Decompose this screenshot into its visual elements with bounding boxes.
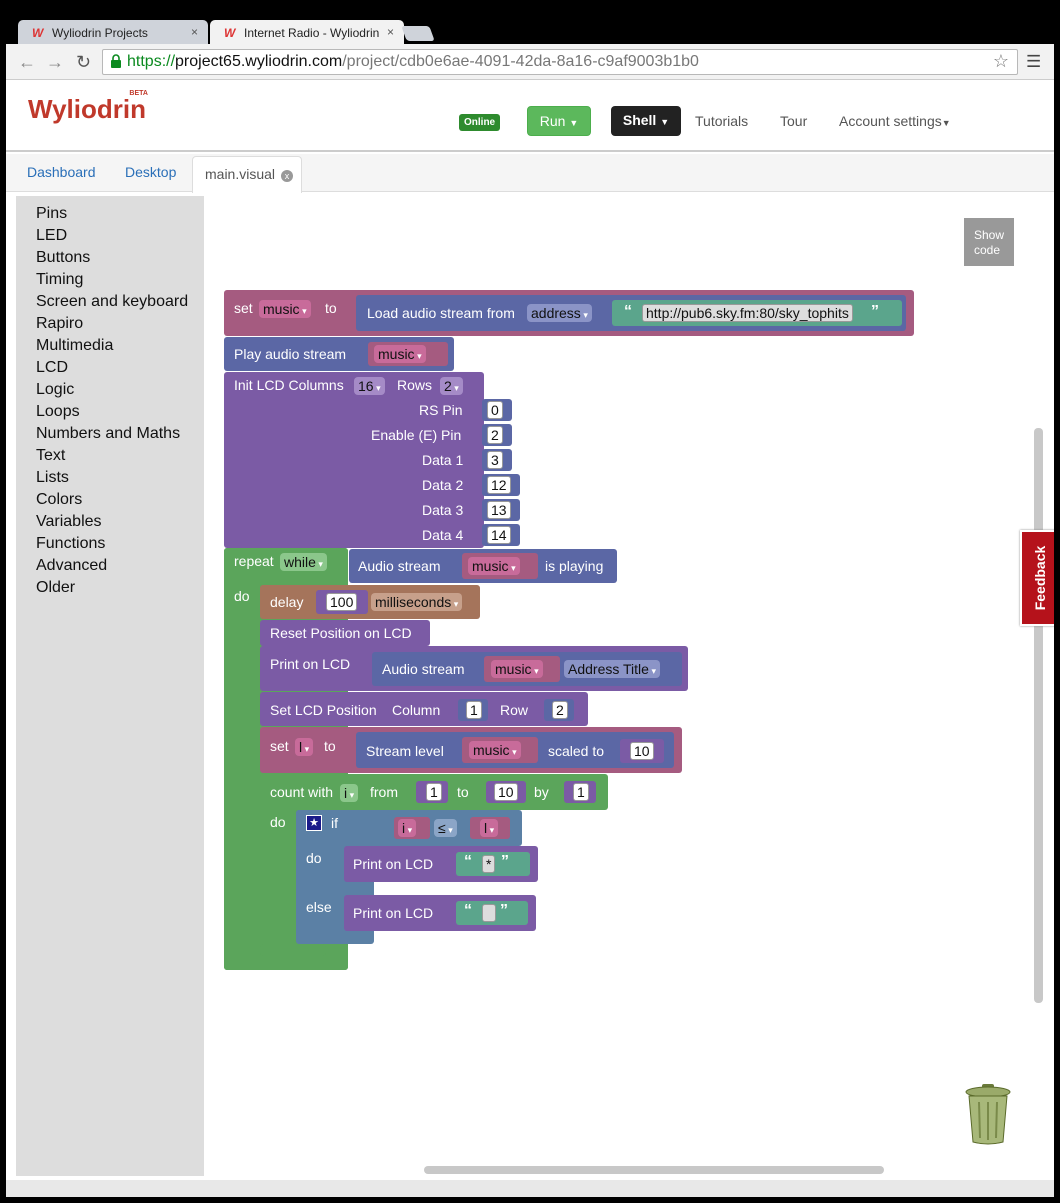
forward-arrow-icon[interactable]: → <box>46 52 64 73</box>
toolbox-item-text[interactable]: Text <box>16 446 204 468</box>
beta-badge: BETA <box>129 90 148 97</box>
browser-window: W Wyliodrin Projects × W Internet Radio … <box>6 0 1054 1197</box>
toolbox-item-numbers-and-maths[interactable]: Numbers and Maths <box>16 424 204 446</box>
toolbox-item-loops[interactable]: Loops <box>16 402 204 424</box>
caret-down-icon: ▼ <box>569 118 579 128</box>
url-scheme: https:// <box>127 53 176 70</box>
app-header: Wyliodrin BETA Online Run ▼ Shell ▼ Tuto… <box>6 80 1054 152</box>
show-code-button[interactable]: Show code <box>964 218 1014 266</box>
tab-close-icon[interactable]: × <box>191 25 198 39</box>
horizontal-scrollbar[interactable] <box>424 1166 884 1174</box>
back-arrow-icon[interactable]: ← <box>18 52 36 73</box>
show-code-line1: Show <box>974 228 1005 242</box>
caret-down-icon: ▼ <box>941 118 951 128</box>
toolbox-item-lcd[interactable]: LCD <box>16 358 204 380</box>
reload-icon[interactable]: ↻ <box>76 52 91 73</box>
url-path: /project/cdb0e6ae-4091-42da-8a16-c9af900… <box>342 53 699 70</box>
project-tabs: Dashboard Desktop main.visual x <box>6 154 1054 193</box>
logo-text: Wyliodrin <box>28 94 146 124</box>
toolbox-item-functions[interactable]: Functions <box>16 534 204 556</box>
lock-icon <box>111 54 121 68</box>
toolbox-item-screen-and-keyboard[interactable]: Screen and keyboard <box>16 292 204 314</box>
browser-status-bar <box>6 1180 1054 1197</box>
toolbox-item-rapiro[interactable]: Rapiro <box>16 314 204 336</box>
toolbox-item-multimedia[interactable]: Multimedia <box>16 336 204 358</box>
run-button[interactable]: Run ▼ <box>527 106 591 136</box>
tutorials-link[interactable]: Tutorials <box>695 113 748 129</box>
browser-toolbar: ← → ↻ https://project65.wyliodrin.com/pr… <box>6 44 1054 80</box>
shell-button[interactable]: Shell ▼ <box>611 106 681 136</box>
account-settings-label: Account settings <box>839 113 942 129</box>
close-tab-icon[interactable]: x <box>281 170 294 182</box>
toolbox-item-lists[interactable]: Lists <box>16 468 204 490</box>
caret-down-icon: ▼ <box>660 117 670 127</box>
toolbox-item-led[interactable]: LED <box>16 226 204 248</box>
tab-dashboard[interactable]: Dashboard <box>27 164 96 180</box>
wyliodrin-favicon-icon: W <box>32 26 44 40</box>
shell-label: Shell <box>622 112 657 128</box>
feedback-label: Feedback <box>1032 545 1048 611</box>
browser-tab-internet-radio[interactable]: W Internet Radio - Wyliodrin × <box>210 20 404 46</box>
online-status-badge: Online <box>459 114 501 131</box>
toolbox-item-advanced[interactable]: Advanced <box>16 556 204 578</box>
tab-title: Internet Radio - Wyliodrin <box>244 26 380 40</box>
trash-icon[interactable] <box>964 1082 1012 1146</box>
wyliodrin-favicon-icon: W <box>224 26 236 40</box>
tab-title: Wyliodrin Projects <box>52 26 148 40</box>
tab-desktop[interactable]: Desktop <box>125 164 176 180</box>
block-toolbox: Pins LED Buttons Timing Screen and keybo… <box>16 196 204 1176</box>
tab-main-visual[interactable]: main.visual x <box>192 156 302 193</box>
url-host: project65.wyliodrin.com <box>175 53 343 70</box>
run-label: Run <box>539 113 566 129</box>
show-code-line2: code <box>974 243 1001 257</box>
toolbox-item-buttons[interactable]: Buttons <box>16 248 204 270</box>
toolbox-item-variables[interactable]: Variables <box>16 512 204 534</box>
new-tab-button[interactable] <box>401 26 435 41</box>
account-settings-menu[interactable]: Account settings▼ <box>839 113 951 129</box>
tab-label: main.visual <box>205 166 276 182</box>
toolbox-item-logic[interactable]: Logic <box>16 380 204 402</box>
address-bar[interactable]: https://project65.wyliodrin.com/project/… <box>102 49 1018 75</box>
browser-menu-icon[interactable]: ☰ <box>1026 52 1041 72</box>
toolbox-item-colors[interactable]: Colors <box>16 490 204 512</box>
block-canvas[interactable]: Show code <box>204 196 1043 1176</box>
vertical-scrollbar[interactable] <box>1034 428 1043 1003</box>
feedback-tab[interactable]: Feedback <box>1020 530 1054 626</box>
tab-close-icon[interactable]: × <box>387 25 394 39</box>
toolbox-item-pins[interactable]: Pins <box>16 204 204 226</box>
toolbox-item-timing[interactable]: Timing <box>16 270 204 292</box>
browser-tab-projects[interactable]: W Wyliodrin Projects × <box>18 20 208 46</box>
wyliodrin-logo[interactable]: Wyliodrin BETA <box>28 90 148 125</box>
browser-tab-strip: W Wyliodrin Projects × W Internet Radio … <box>6 0 1054 46</box>
blockly-workspace: Pins LED Buttons Timing Screen and keybo… <box>16 196 1043 1176</box>
bookmark-star-icon[interactable]: ☆ <box>993 51 1009 72</box>
tour-link[interactable]: Tour <box>780 113 807 129</box>
toolbox-item-older[interactable]: Older <box>16 578 204 600</box>
